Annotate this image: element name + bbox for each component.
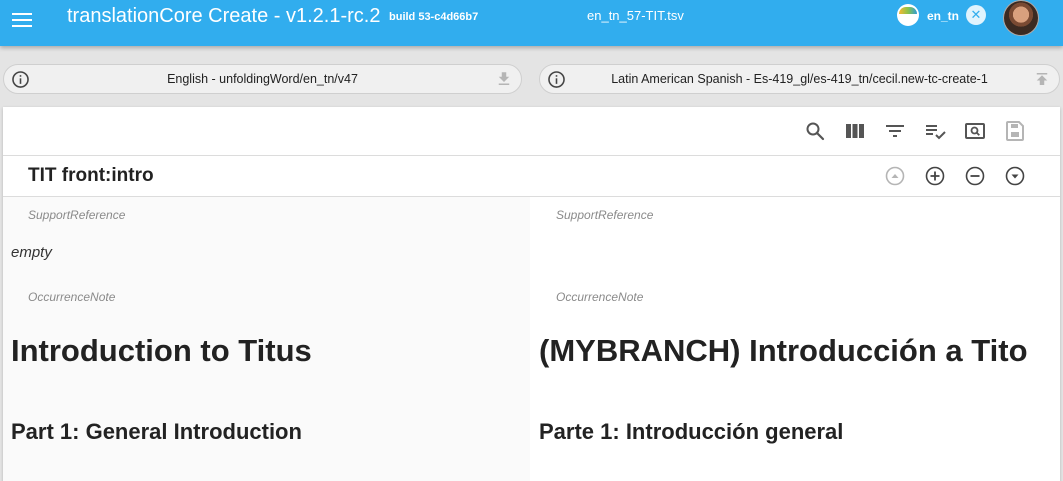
organization-logo — [897, 4, 919, 26]
search-icon[interactable] — [803, 119, 827, 143]
note-heading-2: Part 1: General Introduction — [11, 419, 302, 444]
filter-icon[interactable] — [883, 119, 907, 143]
support-reference-value: empty — [11, 244, 52, 261]
build-label: build 53-c4d66b7 — [389, 11, 479, 23]
save-icon[interactable] — [1003, 119, 1027, 143]
translation-card: TIT front:intro SupportReference empty O… — [3, 107, 1060, 481]
move-down-icon[interactable] — [1003, 164, 1027, 188]
columns-icon[interactable] — [843, 119, 867, 143]
move-up-icon[interactable] — [883, 164, 907, 188]
divider — [3, 155, 1060, 156]
note-heading-2-editable[interactable]: Parte 1: Introducción general — [539, 419, 843, 445]
preview-icon[interactable] — [963, 119, 987, 143]
source-resource-bar: English - unfoldingWord/en_tn/v47 — [3, 64, 522, 94]
info-icon[interactable] — [11, 70, 30, 89]
avatar[interactable] — [1003, 0, 1039, 36]
target-resource-bar: Latin American Spanish - Es-419_gl/es-41… — [539, 64, 1060, 94]
app-bar: translationCore Create - v1.2.1-rc.2 bui… — [0, 0, 1063, 46]
target-column: SupportReference OccurrenceNote (MYBRANC… — [530, 197, 1060, 481]
menu-icon[interactable] — [12, 9, 34, 29]
note-heading-1-editable[interactable]: (MYBRANCH) Introducción a Tito — [539, 333, 1028, 369]
delete-row-icon[interactable] — [963, 164, 987, 188]
support-reference-label: SupportReference — [28, 208, 126, 222]
source-resource-label: English - unfoldingWord/en_tn/v47 — [167, 72, 358, 86]
occurrence-note-label: OccurrenceNote — [556, 290, 644, 304]
reference-title: TIT front:intro — [28, 165, 154, 186]
close-icon[interactable]: ✕ — [966, 5, 986, 25]
validate-icon[interactable] — [923, 119, 947, 143]
source-column: SupportReference empty OccurrenceNote In… — [3, 197, 530, 481]
note-heading-1: Introduction to Titus — [11, 333, 312, 368]
occurrence-note-label: OccurrenceNote — [28, 290, 116, 304]
app-title: translationCore Create - v1.2.1-rc.2 — [67, 5, 381, 27]
add-row-icon[interactable] — [923, 164, 947, 188]
organization-name[interactable]: en_tn — [927, 9, 959, 23]
info-icon[interactable] — [547, 70, 566, 89]
download-icon[interactable] — [495, 70, 513, 88]
upload-icon[interactable] — [1033, 70, 1051, 88]
file-name[interactable]: en_tn_57-TIT.tsv — [587, 8, 684, 23]
target-resource-label: Latin American Spanish - Es-419_gl/es-41… — [611, 72, 988, 86]
support-reference-label: SupportReference — [556, 208, 654, 222]
